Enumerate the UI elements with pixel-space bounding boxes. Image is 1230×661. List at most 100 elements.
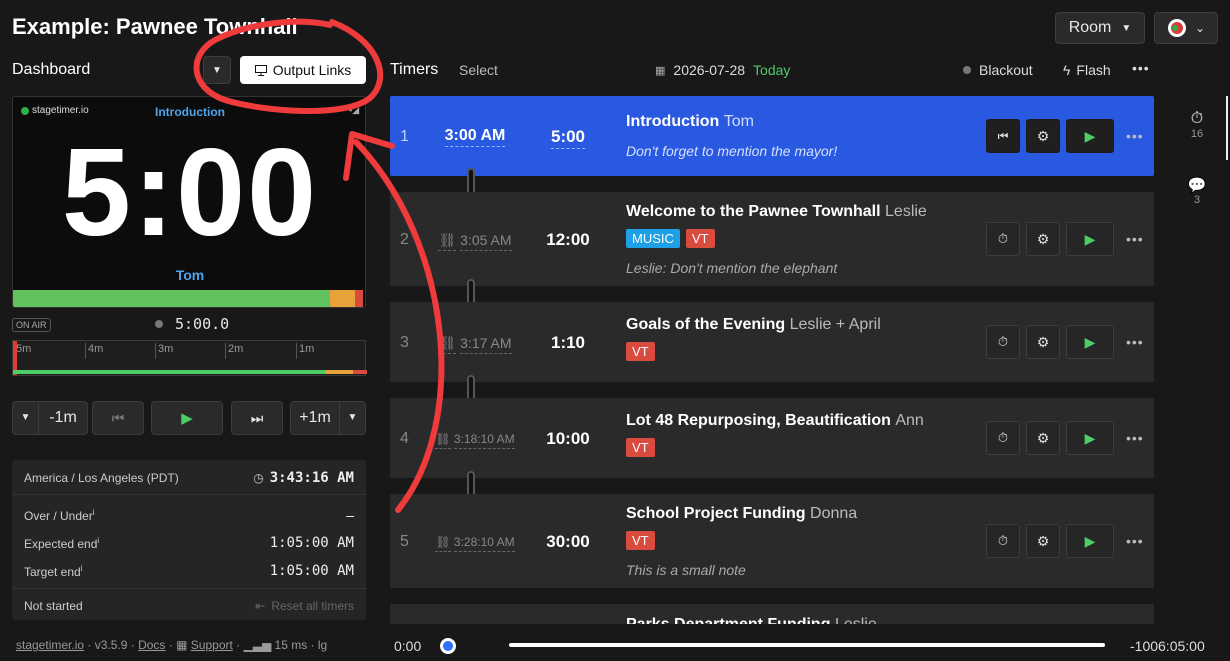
play-button[interactable]: ▶ xyxy=(151,401,223,435)
timer-preview[interactable]: stagetimer.io Introduction ▪◢ 5:00 Tom xyxy=(12,96,366,308)
timer-settings-button[interactable]: ⚙ xyxy=(1026,421,1060,455)
timer-start[interactable]: ⛓ 3:28:10 AM xyxy=(430,535,520,552)
blackout-button[interactable]: Blackout xyxy=(963,62,1033,78)
scrubber-start-time: 0:00 xyxy=(394,638,422,654)
timer-note: Leslie: Don't mention the elephant xyxy=(626,260,838,276)
timer-duration[interactable]: 5:00 xyxy=(528,127,608,149)
timer-start[interactable]: ⛓ 3:05 AM xyxy=(430,232,520,251)
timer-row[interactable]: 2 ⛓ 3:05 AM 12:00 Welcome to the Pawnee … xyxy=(390,192,1154,286)
site-link[interactable]: stagetimer.io xyxy=(16,638,84,652)
more-icon[interactable]: ••• xyxy=(1126,231,1144,247)
more-icon[interactable]: ••• xyxy=(1126,128,1144,144)
chevron-down-icon: ⌄ xyxy=(1194,21,1206,35)
select-button[interactable]: Select xyxy=(459,62,498,78)
timer-start[interactable]: ⛓ 3:17 AM xyxy=(430,335,520,354)
status-dot xyxy=(155,320,163,328)
progress-green xyxy=(13,290,330,307)
timezone-label[interactable]: America / Los Angeles (PDT) xyxy=(24,471,179,485)
timer-button[interactable]: ⏱ xyxy=(986,524,1020,558)
link-icon: ⛓ xyxy=(438,232,457,251)
scrubber-handle[interactable] xyxy=(440,638,456,654)
timer-row[interactable]: 3 ⛓ 3:17 AM 1:10 Goals of the Evening Le… xyxy=(390,302,1154,382)
timer-duration[interactable]: 12:00 xyxy=(528,230,608,250)
reset-all-button[interactable]: ⇤ Reset all timers xyxy=(255,599,354,613)
plus-1m-button[interactable]: +1m xyxy=(291,409,339,427)
more-icon[interactable]: ••• xyxy=(1126,334,1144,350)
reset-timer-button[interactable]: ⏮ xyxy=(986,119,1020,153)
timer-title[interactable]: Lot 48 Repurposing, Beautification Ann xyxy=(626,412,924,430)
reset-icon: ⇤ xyxy=(255,599,266,613)
caret-down-icon[interactable]: ▼ xyxy=(13,402,39,434)
timer-duration[interactable]: 30:00 xyxy=(528,532,608,552)
plus-time-control[interactable]: +1m ▼ xyxy=(290,401,366,435)
flash-button[interactable]: ϟ Flash xyxy=(1063,62,1111,78)
timer-title[interactable]: Introduction Tom xyxy=(626,113,754,131)
start-timer-button[interactable]: ▶ xyxy=(1066,222,1114,256)
date-display[interactable]: ▦ 2026-07-28 Today xyxy=(655,62,790,78)
more-menu-icon[interactable]: ••• xyxy=(1132,60,1150,76)
link-icon: ⛓ xyxy=(435,535,451,552)
user-menu-button[interactable]: ⌄ xyxy=(1154,12,1218,44)
caret-down-icon: ▼ xyxy=(1121,22,1132,34)
play-icon: ▶ xyxy=(1084,230,1096,247)
skip-back-icon: ⏮ xyxy=(997,128,1009,143)
on-air-badge[interactable]: ON AIR xyxy=(12,318,51,332)
tag-music[interactable]: MUSIC xyxy=(626,229,680,248)
timeline-tick: 3m xyxy=(155,343,173,359)
start-timer-button[interactable]: ▶ xyxy=(1066,119,1114,153)
room-button[interactable]: Room ▼ xyxy=(1055,12,1145,44)
timer-note: This is a small note xyxy=(626,562,746,578)
timer-settings-button[interactable]: ⚙ xyxy=(1026,325,1060,359)
expected-end-value: 1:05:00 AM xyxy=(269,535,354,551)
tag-vt[interactable]: VT xyxy=(626,438,655,457)
more-icon[interactable]: ••• xyxy=(1126,533,1144,549)
timeline-tick: 4m xyxy=(85,343,103,359)
previous-button[interactable]: ⏮ xyxy=(92,401,144,435)
timer-settings-button[interactable]: ⚙ xyxy=(1026,524,1060,558)
timer-duration[interactable]: 10:00 xyxy=(528,429,608,449)
timer-duration[interactable]: 1:10 xyxy=(528,333,608,353)
timer-title[interactable]: Welcome to the Pawnee Townhall Leslie xyxy=(626,203,927,221)
caret-down-icon[interactable]: ▼ xyxy=(339,402,365,434)
tag-vt[interactable]: VT xyxy=(685,229,715,248)
timer-start[interactable]: 3:00 AM xyxy=(430,127,520,147)
dashboard-menu-button[interactable]: ▼ xyxy=(203,56,231,84)
timer-row[interactable]: 5 ⛓ 3:28:10 AM 30:00 School Project Fund… xyxy=(390,494,1154,588)
support-icon: ▦ xyxy=(176,638,188,652)
timer-title[interactable]: Parks Department Funding Leslie xyxy=(626,616,877,624)
timer-settings-button[interactable]: ⚙ xyxy=(1026,222,1060,256)
tag-vt[interactable]: VT xyxy=(626,531,655,550)
start-timer-button[interactable]: ▶ xyxy=(1066,524,1114,558)
timer-speaker: Donna xyxy=(810,505,858,522)
docs-link[interactable]: Docs xyxy=(138,638,165,652)
next-button[interactable]: ⏭ xyxy=(231,401,283,435)
timers-tab[interactable]: ⏱ 16 xyxy=(1186,110,1208,140)
more-icon[interactable]: ••• xyxy=(1126,430,1144,446)
timer-start[interactable]: ⛓ 3:18:10 AM xyxy=(430,432,520,449)
timer-title[interactable]: Goals of the Evening Leslie + April xyxy=(626,316,881,334)
timer-row[interactable]: 4 ⛓ 3:18:10 AM 10:00 Lot 48 Repurposing,… xyxy=(390,398,1154,478)
support-link[interactable]: Support xyxy=(191,638,233,652)
timer-button[interactable]: ⏱ xyxy=(986,325,1020,359)
tag-vt[interactable]: VT xyxy=(626,342,655,361)
timer-button[interactable]: ⏱ xyxy=(986,222,1020,256)
timer-button[interactable]: ⏱ xyxy=(986,421,1020,455)
latency: 15 ms xyxy=(274,638,308,652)
timer-row[interactable]: Parks Department Funding Leslie xyxy=(390,604,1154,624)
scrubber-track[interactable] xyxy=(509,643,1105,647)
timeline-bar[interactable]: 5m 4m 3m 2m 1m xyxy=(12,340,367,376)
minus-1m-button[interactable]: -1m xyxy=(39,409,87,427)
timer-title[interactable]: School Project Funding Donna xyxy=(626,505,857,523)
output-links-button[interactable]: Output Links xyxy=(240,56,366,84)
messages-tab[interactable]: 💬 3 xyxy=(1186,176,1208,206)
over-under-label: Over / Underi xyxy=(24,507,95,523)
info-panel: America / Los Angeles (PDT) ◷ 3:43:16 AM… xyxy=(12,460,366,620)
timer-row[interactable]: 1 3:00 AM 5:00 Introduction Tom Don't fo… xyxy=(390,96,1154,176)
timer-settings-button[interactable]: ⚙ xyxy=(1026,119,1060,153)
start-timer-button[interactable]: ▶ xyxy=(1066,325,1114,359)
minus-time-control[interactable]: ▼ -1m xyxy=(12,401,88,435)
timer-number: 3 xyxy=(400,334,409,351)
start-timer-button[interactable]: ▶ xyxy=(1066,421,1114,455)
gear-icon: ⚙ xyxy=(1036,127,1050,144)
preview-speaker: Tom xyxy=(175,267,205,283)
